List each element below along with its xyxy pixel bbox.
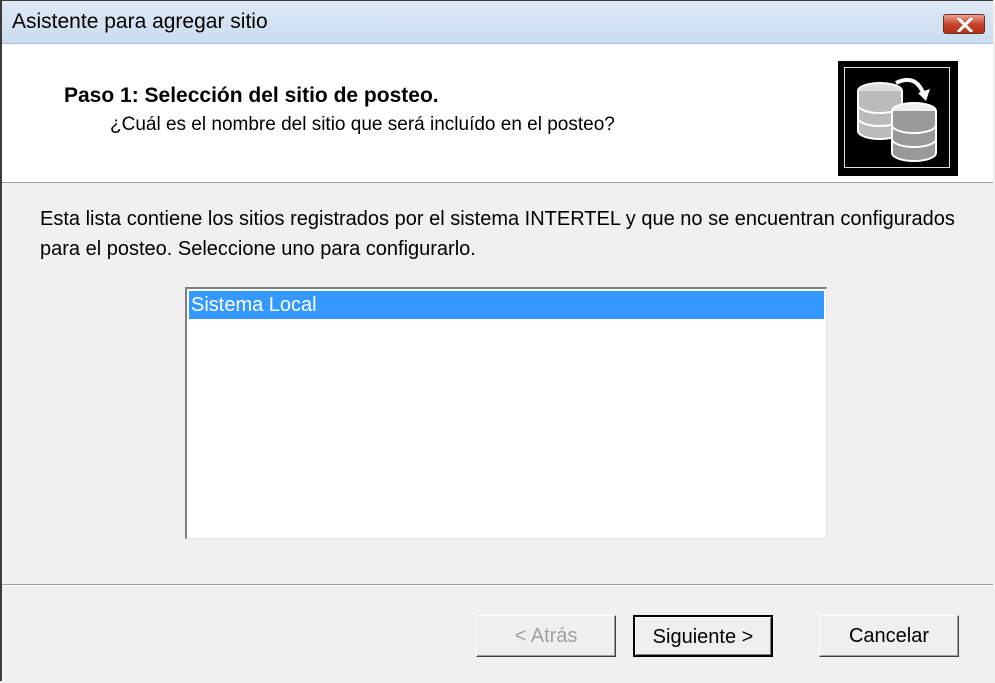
close-icon xyxy=(957,18,973,32)
wizard-window: Asistente para agregar sitio Paso 1: Sel… xyxy=(0,0,993,681)
database-sync-icon xyxy=(838,61,958,176)
step-title: Paso 1: Selección del sitio de posteo. xyxy=(64,84,439,107)
description-text: Esta lista contiene los sitios registrad… xyxy=(40,208,955,260)
list-item[interactable]: Sistema Local xyxy=(189,291,824,319)
cancel-button[interactable]: Cancelar xyxy=(819,615,959,657)
divider xyxy=(2,584,993,586)
back-button[interactable]: < Atrás xyxy=(476,615,616,657)
next-button[interactable]: Siguiente > xyxy=(633,615,773,657)
close-button[interactable] xyxy=(943,14,985,34)
step-subtitle: ¿Cuál es el nombre del sitio que será in… xyxy=(110,114,615,135)
title-bar[interactable]: Asistente para agregar sitio xyxy=(2,1,993,44)
wizard-header: Paso 1: Selección del sitio de posteo. ¿… xyxy=(2,44,993,183)
window-title: Asistente para agregar sitio xyxy=(12,10,268,33)
sites-listbox[interactable]: Sistema Local xyxy=(185,287,827,539)
